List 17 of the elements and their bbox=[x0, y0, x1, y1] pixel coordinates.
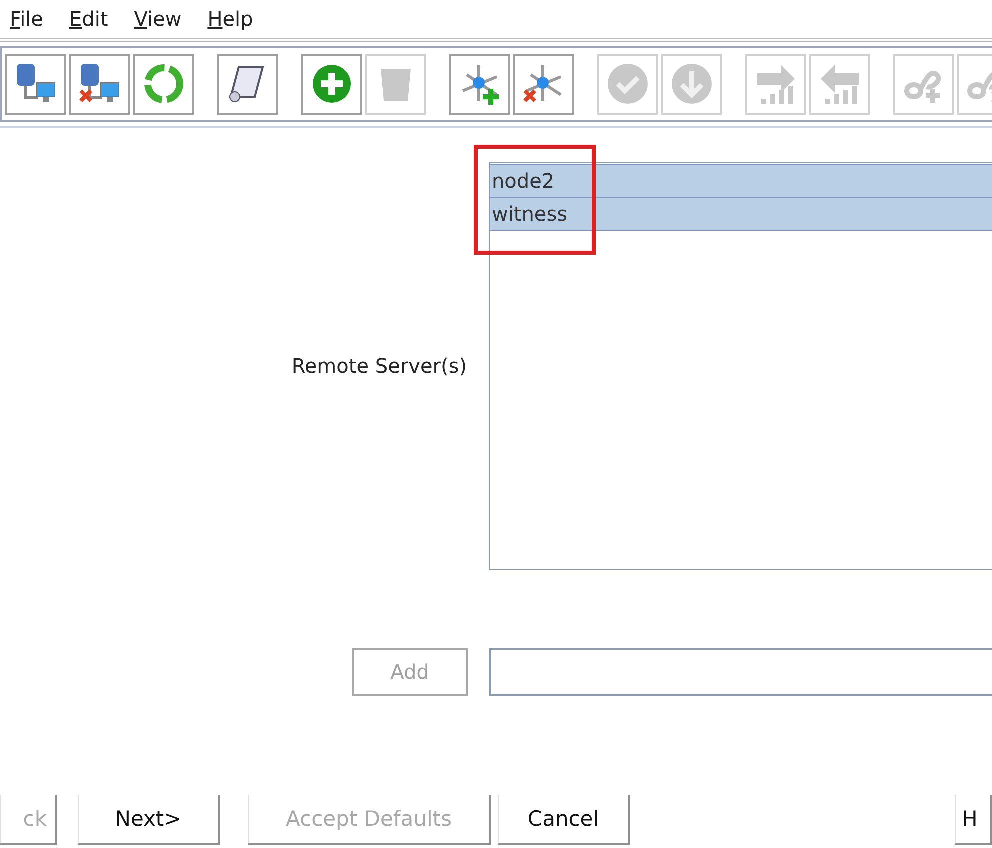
toolbar-button[interactable] bbox=[5, 54, 66, 114]
toolbar-button[interactable] bbox=[449, 54, 510, 114]
menu-item[interactable]: Edit bbox=[69, 7, 108, 31]
wizard-button[interactable]: Next> bbox=[78, 795, 220, 845]
server-list-item[interactable]: witness bbox=[490, 197, 992, 231]
menu-item[interactable]: View bbox=[134, 7, 182, 31]
menu-item[interactable]: File bbox=[10, 7, 44, 31]
wizard-button[interactable]: H bbox=[955, 795, 992, 845]
toolbar-button[interactable] bbox=[217, 54, 278, 114]
server-name-field[interactable] bbox=[489, 648, 992, 696]
toolbar-button[interactable] bbox=[513, 54, 574, 114]
menu-item[interactable]: Help bbox=[208, 7, 254, 31]
field-label: Remote Server(s) bbox=[292, 354, 467, 378]
toolbar-button[interactable] bbox=[69, 54, 130, 114]
wizard-button[interactable]: Cancel bbox=[498, 795, 630, 845]
toolbar-button[interactable] bbox=[301, 54, 362, 114]
server-list-item[interactable]: node2 bbox=[490, 164, 992, 198]
